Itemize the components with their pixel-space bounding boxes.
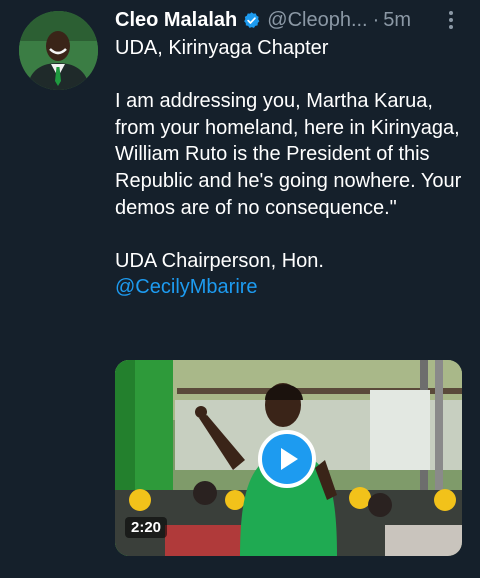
mention-link[interactable]: @CecilyMbarire	[115, 274, 465, 301]
tweet-line-chairperson: UDA Chairperson, Hon.	[115, 249, 324, 272]
verified-badge-icon	[242, 11, 261, 30]
avatar-image	[19, 11, 98, 90]
tweet-header: Cleo Malalah @Cleoph... · 5m	[115, 6, 411, 34]
more-options-icon[interactable]	[441, 8, 461, 32]
tweet[interactable]: Cleo Malalah @Cleoph... · 5m UDA, Kiriny…	[0, 0, 480, 578]
tweet-text: UDA, Kirinyaga Chapter I am addressing y…	[115, 35, 465, 301]
author-avatar[interactable]	[19, 11, 98, 90]
tweet-actions-row	[115, 572, 155, 578]
play-icon[interactable]	[258, 430, 316, 488]
separator-dot: ·	[372, 8, 380, 31]
author-name[interactable]: Cleo Malalah	[115, 9, 237, 32]
tweet-line-chapter: UDA, Kirinyaga Chapter	[115, 37, 329, 59]
video-player[interactable]: 2:20	[115, 360, 462, 556]
video-duration: 2:20	[125, 517, 168, 538]
tweet-line-quote: I am addressing you, Martha Karua, from …	[115, 90, 462, 219]
tweet-timestamp[interactable]: 5m	[383, 9, 411, 32]
author-handle[interactable]: @Cleoph...	[267, 9, 367, 32]
